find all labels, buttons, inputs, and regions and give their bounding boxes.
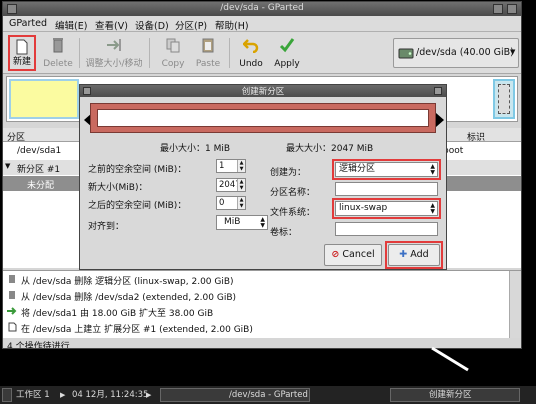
partition-name-input[interactable] [335, 182, 438, 196]
spinner-arrows-icon[interactable]: ▲ ▼ [237, 160, 245, 172]
mouse-cursor-icon [431, 346, 469, 372]
volume-label-input[interactable] [335, 222, 438, 236]
delete-op-icon [9, 275, 15, 283]
resize-right-handle-icon[interactable] [436, 113, 444, 127]
dialog-titlebar[interactable]: 创建新分区 [80, 85, 446, 97]
menu-icon[interactable] [2, 388, 12, 402]
spinner-arrows-icon[interactable]: ▲ ▼ [237, 197, 245, 209]
min-size-label: 最小大小：1 MiB [160, 144, 231, 154]
status-text: 4 个操作待进行 [7, 342, 70, 349]
free-before-spinner[interactable]: 1 ▲ ▼ [216, 159, 246, 173]
new-button[interactable]: 新建 [8, 35, 36, 71]
paste-icon [202, 38, 214, 53]
apply-button[interactable]: Apply [269, 35, 305, 71]
delete-op-icon [9, 291, 15, 299]
unallocated-segment[interactable] [498, 84, 510, 114]
expander-icon[interactable]: ▼ [5, 162, 10, 170]
delete-button[interactable]: Delete [41, 35, 75, 71]
add-button[interactable]: ✚ Add [388, 244, 440, 266]
cancel-icon: ⊘ [331, 249, 340, 260]
resize-op-icon [7, 307, 17, 315]
delete-icon [53, 38, 63, 53]
menu-partition[interactable]: 分区(P) [175, 18, 207, 32]
gparted-window: /dev/sda - GParted GParted 编辑(E) 查看(V) 设… [2, 1, 522, 349]
undo-icon [243, 39, 259, 53]
list-item[interactable]: 从 /dev/sda 删除 逻辑分区 (linux-swap, 2.00 GiB… [3, 273, 509, 287]
list-item[interactable]: 将 /dev/sda1 由 18.00 GiB 扩大至 38.00 GiB [3, 305, 509, 319]
pending-operations-list: 从 /dev/sda 删除 逻辑分区 (linux-swap, 2.00 GiB… [3, 270, 521, 339]
cancel-button[interactable]: ⊘ Cancel [324, 244, 382, 266]
new-op-icon [8, 322, 17, 332]
plus-icon: ✚ [399, 249, 408, 260]
dialog-title: 创建新分区 [241, 87, 285, 97]
list-item[interactable]: 在 /dev/sda 上建立 扩展分区 #1 (extended, 2.00 G… [3, 321, 509, 335]
menu-help[interactable]: 帮助(H) [215, 18, 249, 32]
select-arrows-icon: ▲ ▼ [430, 202, 435, 215]
window-title: /dev/sda - GParted [220, 3, 304, 13]
device-label: /dev/sda (40.00 GiB) [416, 47, 514, 58]
align-select[interactable]: MiB ▲ ▼ [216, 215, 268, 230]
copy-icon [166, 38, 180, 53]
create-as-select[interactable]: 逻辑分区 ▲ ▼ [335, 162, 438, 177]
clock: 04 12月, 11:24:35 [72, 390, 149, 400]
toolbar-separator [149, 38, 150, 68]
align-label: 对齐到： [88, 222, 125, 232]
menu-device[interactable]: 设备(D) [135, 18, 169, 32]
filesystem-select[interactable]: linux-swap ▲ ▼ [335, 201, 438, 216]
menu-edit[interactable]: 编辑(E) [55, 18, 87, 32]
undo-button[interactable]: Undo [235, 35, 267, 71]
copy-button[interactable]: Copy [157, 35, 189, 71]
new-file-icon [16, 39, 28, 55]
taskbar-item-dialog[interactable]: 创建新分区 [390, 388, 520, 402]
apply-check-icon [279, 38, 295, 53]
taskbar: 工作区 1 ▶ 04 12月, 11:24:35 ▶ /dev/sda - GP… [0, 386, 536, 404]
toolbar-separator [79, 38, 80, 68]
chevron-right-icon[interactable]: ▶ [146, 388, 151, 402]
harddisk-icon [398, 48, 414, 59]
column-partition[interactable]: 分区 [7, 130, 25, 143]
menu-view[interactable]: 查看(V) [95, 18, 128, 32]
toolbar: 新建 Delete 调整大小/移动 Copy Paste Undo Apply [3, 32, 521, 74]
free-after-spinner[interactable]: 0 ▲ ▼ [216, 196, 246, 210]
partition-resizer-bar[interactable] [97, 109, 429, 127]
volume-label-label: 卷标： [270, 228, 298, 238]
resize-move-button[interactable]: 调整大小/移动 [83, 35, 145, 71]
new-size-label: 新大小(MiB)： [88, 183, 148, 193]
max-size-label: 最大大小：2047 MiB [286, 144, 374, 154]
spinner-arrows-icon[interactable]: ▲ ▼ [237, 179, 245, 191]
free-before-label: 之前的空余空间 (MiB)： [88, 165, 187, 175]
select-arrows-icon: ▲ ▼ [430, 163, 435, 176]
partition-segment-new[interactable] [493, 79, 515, 119]
operations-scrollbar[interactable] [509, 271, 521, 339]
menubar: GParted 编辑(E) 查看(V) 设备(D) 分区(P) 帮助(H) [3, 16, 521, 32]
paste-button[interactable]: Paste [191, 35, 225, 71]
free-after-label: 之后的空余空间 (MiB)： [88, 201, 187, 211]
partition-resizer[interactable] [90, 103, 436, 133]
filesystem-label: 文件系统： [270, 208, 316, 218]
window-titlebar[interactable]: /dev/sda - GParted [3, 2, 521, 16]
create-as-label: 创建为： [270, 168, 307, 178]
list-item[interactable]: 从 /dev/sda 删除 /dev/sda2 (extended, 2.00 … [3, 289, 509, 303]
menu-gparted[interactable]: GParted [9, 18, 47, 29]
workspace-switcher[interactable]: 工作区 1 [16, 388, 50, 402]
toolbar-separator [229, 38, 230, 68]
select-arrows-icon: ▲ ▼ [260, 216, 265, 229]
dialog-menu-icon[interactable] [83, 87, 91, 95]
partition-segment-sda1[interactable] [9, 79, 79, 119]
chevron-right-icon[interactable]: ▶ [60, 388, 65, 402]
create-partition-dialog: 创建新分区 最小大小：1 MiB 最大大小：2047 MiB 之前的空余空间 (… [79, 84, 447, 270]
column-flags[interactable]: 标识 [467, 130, 485, 143]
device-selector[interactable]: /dev/sda (40.00 GiB) ▼ [393, 38, 519, 68]
minimize-icon[interactable] [493, 4, 503, 14]
partition-name-label: 分区名称： [270, 188, 316, 198]
new-size-spinner[interactable]: 2047 ▲ ▼ [216, 178, 246, 192]
dialog-close-icon[interactable] [434, 87, 442, 95]
resize-icon [107, 39, 121, 51]
taskbar-item-gparted[interactable]: /dev/sda - GParted [160, 388, 310, 402]
maximize-icon[interactable] [507, 4, 517, 14]
chevron-down-icon: ▼ [510, 48, 516, 56]
